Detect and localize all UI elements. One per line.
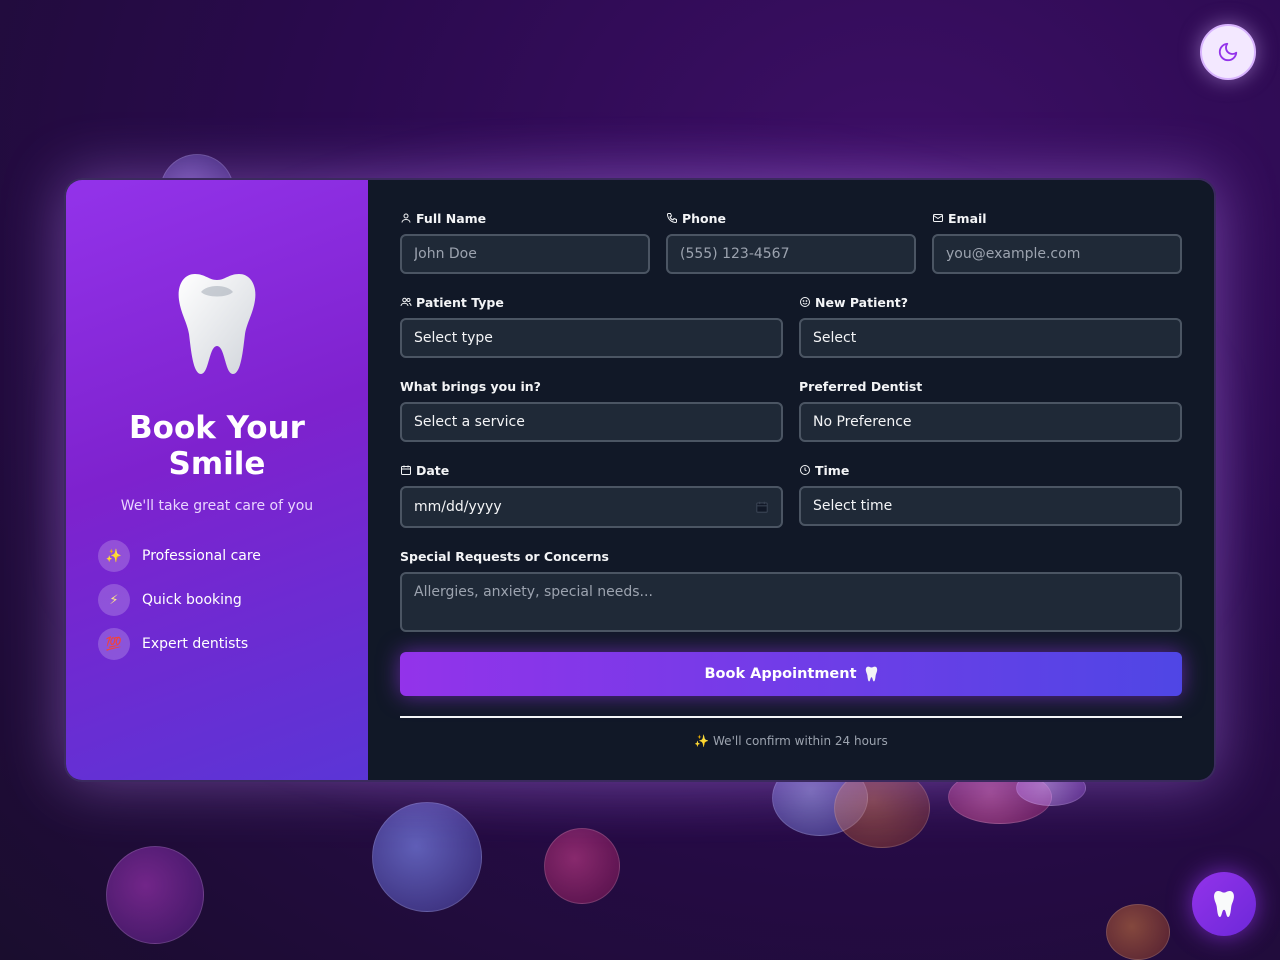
email-label: Email [932, 210, 1182, 226]
full-name-label: Full Name [400, 210, 650, 226]
feature-item: ✨ Professional care [98, 540, 368, 572]
page-title: Book Your Smile [129, 410, 305, 482]
date-label: Date [400, 462, 783, 478]
dentist-select[interactable]: No Preference [799, 402, 1182, 442]
new-patient-label: New Patient? [799, 294, 1182, 310]
divider [400, 716, 1182, 718]
phone-label: Phone [666, 210, 916, 226]
confirmation-note: ✨ We'll confirm within 24 hours [694, 734, 888, 748]
moon-icon [1218, 42, 1238, 62]
decorative-bubble [544, 828, 620, 904]
mail-icon [933, 214, 943, 222]
hundred-icon: 💯 [98, 628, 130, 660]
service-label: What brings you in? [400, 378, 541, 394]
calendar-picker-icon[interactable] [755, 500, 769, 514]
hero-subtitle: We'll take great care of you [120, 498, 314, 514]
lightning-icon: ⚡ [98, 584, 130, 616]
booking-card: Book Your Smile We'll take great care of… [64, 178, 1216, 782]
tooth-icon [865, 666, 877, 682]
booking-form: Full Name Phone Email [368, 180, 1214, 780]
decorative-bubble [372, 802, 482, 912]
tooth-icon [1214, 891, 1234, 917]
date-input[interactable]: mm/dd/yyyy [400, 486, 783, 528]
requests-textarea[interactable] [400, 572, 1182, 632]
user-icon [401, 213, 411, 223]
feature-label: Professional care [142, 548, 261, 564]
time-label: Time [799, 462, 1182, 478]
decorative-bubble [1106, 904, 1170, 960]
time-select[interactable]: Select time [799, 486, 1182, 526]
feature-label: Quick booking [142, 592, 242, 608]
theme-toggle-button[interactable] [1200, 24, 1256, 80]
smile-icon [800, 297, 810, 307]
new-patient-select[interactable]: Select [799, 318, 1182, 358]
dentist-label: Preferred Dentist [799, 378, 923, 394]
decorative-bubble [106, 846, 204, 944]
feature-list: ✨ Professional care ⚡ Quick booking 💯 Ex… [66, 540, 368, 672]
hero-panel: Book Your Smile We'll take great care of… [66, 180, 368, 780]
tooth-fab-button[interactable] [1192, 872, 1256, 936]
phone-input[interactable] [666, 234, 916, 274]
users-icon [400, 297, 412, 307]
requests-label: Special Requests or Concerns [400, 548, 609, 564]
service-select[interactable]: Select a service [400, 402, 783, 442]
email-input[interactable] [932, 234, 1182, 274]
patient-type-label: Patient Type [400, 294, 783, 310]
book-appointment-button[interactable]: Book Appointment [400, 652, 1182, 696]
feature-item: 💯 Expert dentists [98, 628, 368, 660]
calendar-icon [401, 465, 411, 475]
clock-icon [800, 465, 810, 475]
tooth-icon [178, 274, 256, 374]
feature-item: ⚡ Quick booking [98, 584, 368, 616]
feature-label: Expert dentists [142, 636, 249, 652]
full-name-input[interactable] [400, 234, 650, 274]
patient-type-select[interactable]: Select type [400, 318, 783, 358]
phone-icon [666, 213, 677, 224]
sparkles-icon: ✨ [98, 540, 130, 572]
